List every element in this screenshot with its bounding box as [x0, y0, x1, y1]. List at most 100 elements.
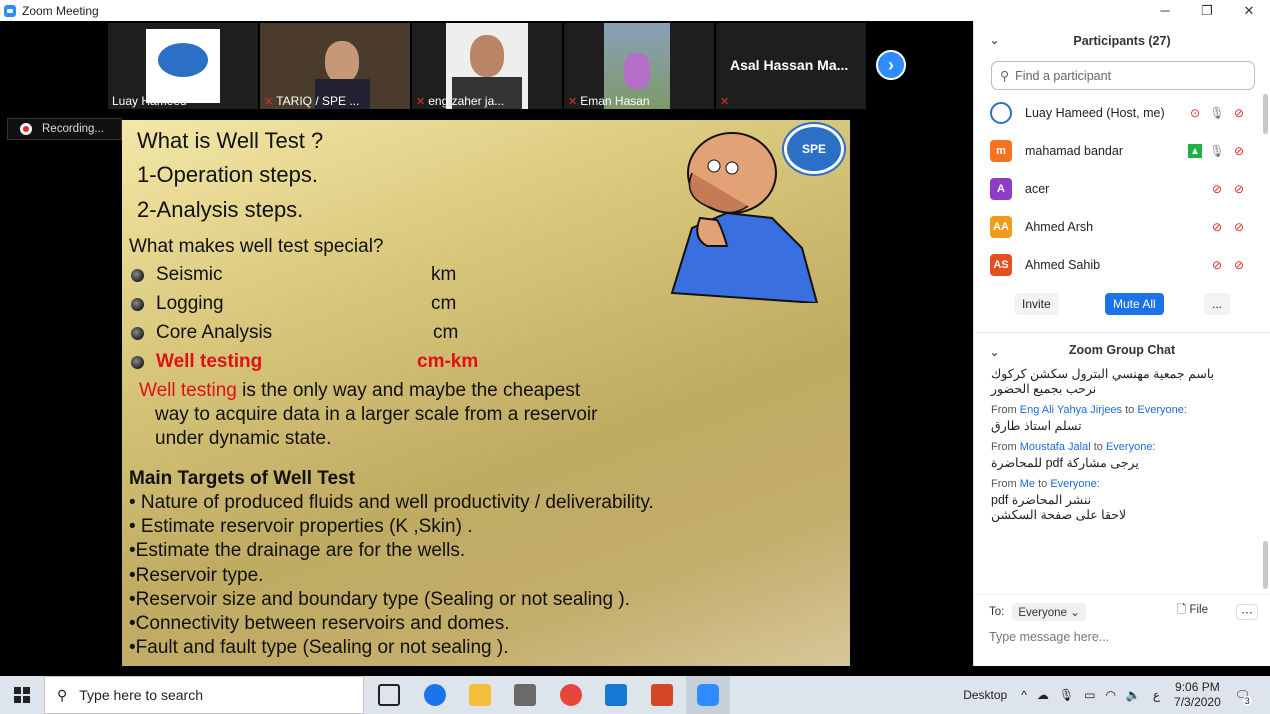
- target-item: • Nature of produced fluids and well pro…: [129, 492, 654, 513]
- mic-icon[interactable]: 🎙: [1209, 106, 1224, 120]
- method-scale-highlight: cm-km: [417, 351, 479, 372]
- search-icon: ⚲: [57, 686, 68, 703]
- participant-row[interactable]: AA Ahmed Arsh ⊘ ⊘: [974, 208, 1270, 246]
- participant-name: Eman Hasan: [580, 94, 650, 108]
- volume-icon[interactable]: 🔈: [1126, 688, 1141, 702]
- chrome-icon[interactable]: [560, 684, 582, 706]
- mic-icon[interactable]: 🎙: [1209, 144, 1224, 158]
- participant-row[interactable]: m mahamad bandar ▲ 🎙 ⊘: [974, 132, 1270, 170]
- chat-input[interactable]: Type message here...: [989, 630, 1109, 644]
- participant-row[interactable]: A acer ⊘ ⊘: [974, 170, 1270, 208]
- sender-name[interactable]: Me: [1020, 478, 1035, 490]
- close-button[interactable]: ✕: [1228, 0, 1270, 21]
- mic-muted-icon[interactable]: ⊘: [1210, 182, 1224, 196]
- mail-icon[interactable]: [605, 684, 627, 706]
- method-scale: cm: [431, 293, 457, 314]
- next-page-button[interactable]: ›: [876, 50, 906, 80]
- muted-mic-icon: ✕: [568, 96, 578, 108]
- video-off-icon[interactable]: ⊘: [1232, 144, 1246, 158]
- chevron-down-icon: ⌄: [1070, 606, 1080, 619]
- language-indicator[interactable]: ع: [1153, 688, 1160, 702]
- target-item: •Reservoir size and boundary type (Seali…: [129, 589, 630, 610]
- paragraph-highlight: Well testing: [139, 380, 237, 401]
- minimize-button[interactable]: ─: [1144, 0, 1186, 21]
- file-explorer-icon[interactable]: [469, 684, 491, 706]
- participant-name: TARIQ / SPE ...: [276, 94, 360, 108]
- file-label: File: [1189, 604, 1208, 616]
- mic-muted-icon[interactable]: ⊘: [1210, 258, 1224, 272]
- recipient-name[interactable]: Everyone:: [1106, 441, 1156, 453]
- notifications-button[interactable]: 🗨 3: [1235, 688, 1252, 706]
- microphone-icon[interactable]: 🎙: [1059, 688, 1074, 702]
- sender-name[interactable]: Eng Ali Yahya Jirjees: [1020, 404, 1122, 416]
- video-off-icon[interactable]: ⊘: [1232, 220, 1246, 234]
- taskbar-search[interactable]: ⚲ Type here to search: [44, 676, 364, 714]
- bullet-icon: [131, 269, 144, 282]
- wifi-icon[interactable]: ◠: [1105, 688, 1115, 702]
- video-off-icon[interactable]: ⊘: [1232, 182, 1246, 196]
- video-off-icon[interactable]: ⊘: [1232, 106, 1246, 120]
- targets-heading: Main Targets of Well Test: [129, 468, 355, 489]
- chevron-down-icon[interactable]: ⌄: [990, 34, 999, 47]
- participant-row[interactable]: AS Ahmed Sahib ⊘ ⊘: [974, 246, 1270, 284]
- maximize-button[interactable]: ❐: [1186, 0, 1228, 21]
- recipient-dropdown[interactable]: Everyone ⌄: [1012, 602, 1086, 621]
- recipient-name[interactable]: Everyone:: [1050, 478, 1100, 490]
- video-thumbnail[interactable]: ✕ TARIQ / SPE ...: [260, 23, 410, 109]
- edge-icon[interactable]: [424, 684, 446, 706]
- show-hidden-icon[interactable]: ^: [1021, 688, 1027, 702]
- bullet-icon: [131, 298, 144, 311]
- video-off-icon[interactable]: ⊘: [1232, 258, 1246, 272]
- chat-more-button[interactable]: ⋯: [1236, 603, 1258, 620]
- desktop-label[interactable]: Desktop: [963, 688, 1007, 702]
- sender-name[interactable]: Moustafa Jalal: [1020, 441, 1091, 453]
- recipient-name[interactable]: Everyone:: [1137, 404, 1187, 416]
- video-thumbnail[interactable]: ✕ eng zaher ja...: [412, 23, 562, 109]
- slide-title: What is Well Test ?: [137, 128, 324, 153]
- task-view-icon[interactable]: [378, 684, 400, 706]
- clock-date: 7/3/2020: [1174, 695, 1221, 709]
- muted-mic-icon: ✕: [416, 96, 426, 108]
- onedrive-icon[interactable]: ☁: [1037, 688, 1049, 702]
- chat-messages: باسم جمعية مهنسي البترول سكشن كركوك نرحب…: [974, 366, 1270, 566]
- powerpoint-icon[interactable]: [651, 684, 673, 706]
- file-button[interactable]: 🗋 File: [1177, 602, 1208, 621]
- participant-search-input[interactable]: ⚲ Find a participant: [991, 61, 1255, 90]
- from-label: From: [991, 404, 1020, 416]
- method-label-highlight: Well testing: [156, 351, 263, 372]
- mute-all-button[interactable]: Mute All: [1105, 293, 1164, 315]
- record-icon: ⊙: [1189, 106, 1201, 120]
- invite-button[interactable]: Invite: [1014, 293, 1059, 315]
- method-scale: km: [431, 264, 457, 285]
- chat-scrollbar[interactable]: [1263, 541, 1268, 589]
- participant-name: acer: [1025, 182, 1050, 196]
- paragraph-line-1: Well testing is the only way and maybe t…: [139, 380, 580, 402]
- bullet-icon: [131, 327, 144, 340]
- participant-name: eng zaher ja...: [428, 94, 505, 108]
- battery-icon[interactable]: ▭: [1084, 688, 1095, 702]
- mic-muted-icon[interactable]: ⊘: [1210, 220, 1224, 234]
- chat-title: Zoom Group Chat: [1068, 342, 1176, 357]
- clock[interactable]: 9:06 PM 7/3/2020: [1174, 680, 1221, 710]
- method-label: Core Analysis: [156, 322, 273, 343]
- zoom-taskbar-button[interactable]: [686, 676, 730, 714]
- system-tray: Desktop ^ ☁ 🎙 ▭ ◠ 🔈 ع 9:06 PM 7/3/2020 🗨…: [963, 676, 1270, 714]
- taskbar-search-placeholder: Type here to search: [79, 687, 204, 703]
- participant-name: mahamad bandar: [1025, 144, 1123, 158]
- store-icon[interactable]: [514, 684, 536, 706]
- participants-scrollbar[interactable]: [1263, 94, 1268, 134]
- chevron-down-icon[interactable]: ⌄: [990, 346, 999, 359]
- meeting-area: Luay Hameed ✕ TARIQ / SPE ... ✕ eng zaher …: [0, 21, 973, 666]
- shared-slide: What is Well Test ? 1-Operation steps. 2…: [122, 120, 850, 666]
- more-button[interactable]: ...: [1204, 293, 1231, 315]
- recording-indicator[interactable]: Recording...: [7, 118, 122, 140]
- chat-recipient-row: To: Everyone ⌄ 🗋 File ⋯: [974, 594, 1270, 628]
- file-icon: 🗋: [1177, 604, 1187, 616]
- participant-name: Luay Hameed (Host, me): [1025, 106, 1165, 120]
- target-item: •Estimate the drainage are for the wells…: [129, 540, 466, 561]
- participant-row[interactable]: Luay Hameed (Host, me) ⊙ 🎙 ⊘: [974, 94, 1270, 132]
- video-thumbnail[interactable]: Luay Hameed: [108, 23, 258, 109]
- video-thumbnail[interactable]: ✕ Eman Hasan: [564, 23, 714, 109]
- start-button[interactable]: [0, 676, 44, 714]
- search-icon: ⚲: [1000, 69, 1010, 83]
